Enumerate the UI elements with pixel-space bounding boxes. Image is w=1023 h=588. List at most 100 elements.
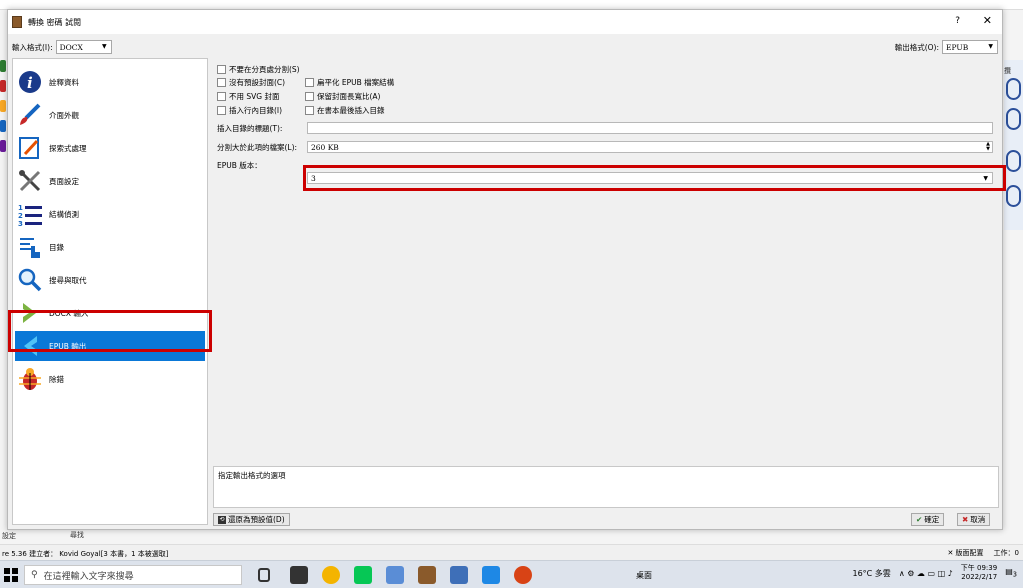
paintbrush-icon xyxy=(17,102,43,128)
background-cover-preview xyxy=(1004,60,1023,230)
weather-widget[interactable]: 16°C 多雲 xyxy=(853,568,891,579)
task-view-icon[interactable] xyxy=(258,568,270,582)
clock-date: 2022/2/17 xyxy=(961,573,998,581)
toc-at-end-checkbox[interactable]: 在書本最後插入目錄 xyxy=(305,105,385,116)
options-sidebar: i 詮釋資料 介面外觀 探索式處理 頁面設定 123 結構偵測 目錄 搜尋與取代… xyxy=(12,58,208,525)
output-format-select[interactable]: EPUB ▼ xyxy=(942,40,998,54)
tray-icons[interactable]: ∧ ⚙ ☁ ▭ ◫ ♪ xyxy=(899,569,953,578)
file-explorer-icon[interactable] xyxy=(482,566,500,584)
epub-version-label: EPUB 版本： xyxy=(217,161,262,170)
clock-time: 下午 09:39 xyxy=(960,564,998,572)
app-icon-book[interactable] xyxy=(450,566,468,584)
numbered-list-icon: 123 xyxy=(17,201,43,228)
sidebar-item-debug[interactable]: 除錯 xyxy=(15,364,205,394)
calibre-icon[interactable] xyxy=(418,566,436,584)
desktop-toolbar-label[interactable]: 桌面 xyxy=(636,570,652,581)
background-find-label[interactable]: 尋找 xyxy=(70,530,84,540)
checkbox-label: 不用 SVG 封面 xyxy=(229,92,280,101)
windows-taskbar: ⚲ 在這裡輸入文字來搜尋 桌面 16°C 多雲 ∧ ⚙ ☁ ▭ ◫ ♪ 下午 0… xyxy=(0,560,1023,588)
sidebar-item-heuristics[interactable]: 探索式處理 xyxy=(15,133,205,163)
chrome-icon[interactable] xyxy=(322,566,340,584)
bug-icon xyxy=(17,366,43,392)
ok-button[interactable]: ✔ 確定 xyxy=(911,513,945,526)
sidebar-item-label: 探索式處理 xyxy=(49,143,87,153)
tools-icon xyxy=(17,168,43,194)
taskbar-search-box[interactable]: ⚲ 在這裡輸入文字來搜尋 xyxy=(24,565,242,585)
sidebar-item-label: 搜尋與取代 xyxy=(49,275,87,285)
convert-dialog: 轉換 密碼 試閱 ? ✕ 輸入格式(I): DOCX ▼ 輸出格式(O): EP… xyxy=(7,9,1006,530)
sidebar-item-label: 結構偵測 xyxy=(49,209,79,219)
ok-label: 確定 xyxy=(924,515,940,524)
split-size-label: 分割大於此項的檔案(L): xyxy=(217,143,298,152)
info-icon: i xyxy=(17,69,43,95)
restore-defaults-button[interactable]: ⟲ 還原為預設值(D) xyxy=(213,513,290,526)
notification-count: 3 xyxy=(1012,570,1017,579)
dialog-title: 轉換 密碼 試閱 xyxy=(28,18,82,27)
checkbox-box[interactable] xyxy=(217,106,226,115)
toc-title-label: 插入目錄的標題(T): xyxy=(217,124,283,133)
sidebar-item-metadata[interactable]: i 詮釋資料 xyxy=(15,67,205,97)
app-icon-blue[interactable] xyxy=(386,566,404,584)
svg-text:i: i xyxy=(27,74,33,92)
checkbox-box[interactable] xyxy=(217,92,226,101)
background-settings-label[interactable]: 設定 xyxy=(2,531,16,541)
windows-start-icon[interactable] xyxy=(4,568,18,582)
flatten-checkbox[interactable]: 扁平化 EPUB 檔案結構 xyxy=(305,77,394,88)
checkbox-label: 保留封面長寬比(A) xyxy=(317,92,381,101)
powerpoint-icon[interactable] xyxy=(514,566,532,584)
magnifier-icon xyxy=(17,267,43,293)
jobs-indicator[interactable]: 工作：0 xyxy=(994,548,1019,558)
close-button[interactable]: ✕ xyxy=(983,14,992,27)
checkbox-box[interactable] xyxy=(305,78,314,87)
checkbox-box[interactable] xyxy=(305,92,314,101)
no-split-checkbox[interactable]: 不要在分頁處分割(S) xyxy=(217,64,300,75)
checkbox-box[interactable] xyxy=(217,65,226,74)
help-text: 指定輸出格式的選項 xyxy=(218,471,286,480)
sidebar-item-label: 詮釋資料 xyxy=(49,77,79,87)
svg-text:2: 2 xyxy=(18,212,23,220)
sidebar-item-label: 介面外觀 xyxy=(49,110,79,120)
no-default-cover-checkbox[interactable]: 沒有預設封面(C) xyxy=(217,77,285,88)
svg-text:1: 1 xyxy=(18,204,23,212)
search-icon: ⚲ xyxy=(31,570,38,580)
svg-text:3: 3 xyxy=(18,220,23,227)
sidebar-item-structure-detection[interactable]: 123 結構偵測 xyxy=(15,199,205,229)
clock[interactable]: 下午 09:39 2022/2/17 xyxy=(961,564,997,582)
input-format-row: 輸入格式(I): DOCX ▼ xyxy=(12,40,112,54)
checkbox-label: 插入行內目錄(I) xyxy=(229,106,283,115)
sidebar-item-label: 目錄 xyxy=(49,242,64,252)
help-description-box: 指定輸出格式的選項 xyxy=(213,466,999,508)
output-format-value: EPUB xyxy=(946,43,969,52)
sidebar-item-look-and-feel[interactable]: 介面外觀 xyxy=(15,100,205,130)
spin-arrows-icon[interactable]: ▲ ▼ xyxy=(986,142,990,152)
checkmark-icon: ✔ xyxy=(916,515,923,524)
sidebar-item-toc[interactable]: 目錄 xyxy=(15,232,205,262)
checkbox-box[interactable] xyxy=(217,78,226,87)
cancel-button[interactable]: ✖ 取消 xyxy=(957,513,991,526)
restore-label: 還原為預設值(D) xyxy=(228,515,285,524)
toc-title-input[interactable] xyxy=(307,122,993,134)
background-right-label: 攬 xyxy=(1004,67,1011,75)
no-svg-cover-checkbox[interactable]: 不用 SVG 封面 xyxy=(217,91,279,102)
edit-document-icon xyxy=(17,135,43,161)
help-button[interactable]: ? xyxy=(955,16,960,26)
sidebar-item-label: 頁面設定 xyxy=(49,176,79,186)
sidebar-item-page-setup[interactable]: 頁面設定 xyxy=(15,166,205,196)
checkbox-label: 在書本最後插入目錄 xyxy=(317,106,385,115)
background-footer-row: 設定 尋找 xyxy=(0,528,1023,542)
split-size-value: 260 KB xyxy=(311,143,339,152)
chevron-down-icon: ▼ xyxy=(101,43,107,50)
cancel-label: 取消 xyxy=(970,515,986,524)
app-icon-dark[interactable] xyxy=(290,566,308,584)
line-icon[interactable] xyxy=(354,566,372,584)
sidebar-item-search-replace[interactable]: 搜尋與取代 xyxy=(15,265,205,295)
preserve-aspect-checkbox[interactable]: 保留封面長寬比(A) xyxy=(305,91,380,102)
notification-icon[interactable]: ▤3 xyxy=(1005,567,1017,579)
cancel-x-icon: ✖ xyxy=(962,515,969,524)
layout-button[interactable]: ✕ 版面配置 xyxy=(947,548,983,558)
checkbox-box[interactable] xyxy=(305,106,314,115)
inline-toc-checkbox[interactable]: 插入行內目錄(I) xyxy=(217,105,282,116)
split-size-spinbox[interactable]: 260 KB ▲ ▼ xyxy=(307,141,993,153)
input-format-select[interactable]: DOCX ▼ xyxy=(55,40,112,54)
checkbox-label: 扁平化 EPUB 檔案結構 xyxy=(317,78,395,87)
